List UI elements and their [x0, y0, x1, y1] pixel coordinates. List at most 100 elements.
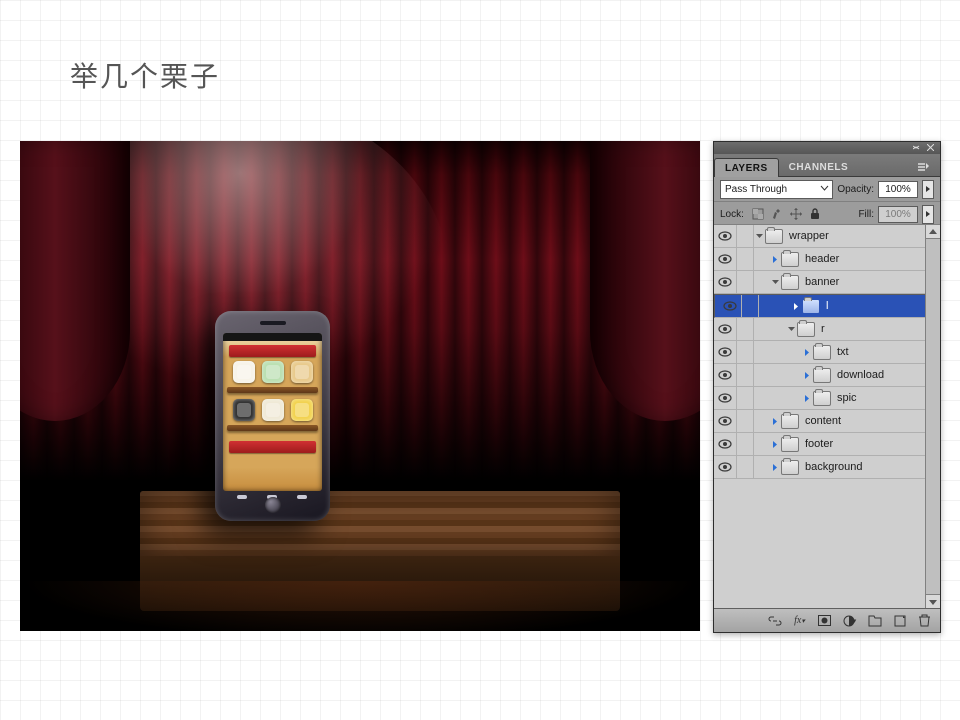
- link-column: [737, 364, 754, 386]
- blend-opacity-row: Pass Through Opacity: 100%: [714, 177, 940, 202]
- trash-icon[interactable]: [917, 613, 932, 628]
- visibility-toggle[interactable]: [714, 387, 737, 409]
- disclosure-triangle-icon[interactable]: [770, 278, 780, 287]
- screen-ribbon-top: [229, 345, 316, 357]
- lock-label: Lock:: [720, 209, 744, 220]
- collapse-icon[interactable]: [913, 144, 920, 151]
- phone-screen: [223, 333, 322, 491]
- folder-icon: [781, 414, 799, 429]
- folder-icon: [813, 345, 831, 360]
- visibility-toggle[interactable]: [714, 225, 737, 247]
- opacity-field[interactable]: 100%: [878, 181, 918, 198]
- layer-name: background: [803, 461, 863, 473]
- layer-row-r[interactable]: r: [714, 318, 926, 341]
- app-icon: [233, 361, 255, 383]
- tab-layers[interactable]: LAYERS: [714, 158, 779, 177]
- lock-pixels-icon[interactable]: [771, 208, 784, 221]
- phone-key-left: [237, 495, 247, 499]
- adjustment-icon[interactable]: ▾: [842, 613, 857, 628]
- design-preview: [20, 141, 700, 631]
- app-icon: [233, 399, 255, 421]
- layer-name: wrapper: [787, 230, 829, 242]
- folder-icon: [802, 299, 820, 314]
- visibility-toggle[interactable]: [714, 410, 737, 432]
- fx-icon[interactable]: fx▾: [792, 613, 807, 628]
- panel-menu-icon[interactable]: [914, 159, 940, 176]
- layer-row-spic[interactable]: spic: [714, 387, 926, 410]
- disclosure-triangle-icon[interactable]: [770, 463, 780, 472]
- phone-key-right: [297, 495, 307, 499]
- layer-row-txt[interactable]: txt: [714, 341, 926, 364]
- link-column: [737, 341, 754, 363]
- lock-transparency-icon[interactable]: [752, 208, 765, 221]
- fill-label: Fill:: [858, 209, 874, 220]
- app-icon: [262, 399, 284, 421]
- screen-ribbon-bottom: [229, 441, 316, 453]
- layer-row-banner[interactable]: banner: [714, 271, 926, 294]
- lock-all-icon[interactable]: [809, 208, 822, 221]
- layers-panel: LAYERS CHANNELS Pass Through Opacity: 10…: [713, 141, 941, 633]
- folder-icon: [797, 322, 815, 337]
- chevron-down-icon: [820, 184, 829, 193]
- stage-floor: [140, 491, 620, 556]
- link-column: [737, 271, 754, 293]
- layer-row-content[interactable]: content: [714, 410, 926, 433]
- disclosure-triangle-icon[interactable]: [770, 417, 780, 426]
- mask-icon[interactable]: [817, 613, 832, 628]
- tab-channels[interactable]: CHANNELS: [779, 158, 859, 176]
- tree-scrollbar[interactable]: [925, 224, 940, 608]
- visibility-toggle[interactable]: [714, 318, 737, 340]
- layers-tree[interactable]: wrapper header banner lrtxtdownloadspiccont…: [714, 224, 926, 608]
- new-layer-icon[interactable]: [892, 613, 907, 628]
- close-icon[interactable]: [927, 144, 934, 151]
- visibility-toggle[interactable]: [714, 364, 737, 386]
- visibility-toggle[interactable]: [714, 271, 737, 293]
- layer-row-download[interactable]: download: [714, 364, 926, 387]
- layer-row-header[interactable]: header: [714, 248, 926, 271]
- link-column: [737, 456, 754, 478]
- curtain-drape-right: [590, 141, 700, 421]
- visibility-toggle[interactable]: [714, 341, 737, 363]
- lock-position-icon[interactable]: [790, 208, 803, 221]
- layer-name: header: [803, 253, 839, 265]
- disclosure-triangle-icon[interactable]: [754, 232, 764, 241]
- visibility-toggle[interactable]: [714, 456, 737, 478]
- disclosure-triangle-icon[interactable]: [791, 302, 801, 311]
- opacity-stepper[interactable]: [922, 180, 934, 199]
- fill-stepper[interactable]: [922, 205, 934, 224]
- layer-row-footer[interactable]: footer: [714, 433, 926, 456]
- folder-icon: [781, 437, 799, 452]
- disclosure-triangle-icon[interactable]: [802, 394, 812, 403]
- scroll-up-icon[interactable]: [926, 225, 940, 239]
- panel-titlebar[interactable]: [714, 142, 940, 154]
- app-icon: [291, 399, 313, 421]
- link-column: [737, 248, 754, 270]
- page-title: 举几个栗子: [70, 55, 220, 95]
- disclosure-triangle-icon[interactable]: [802, 348, 812, 357]
- app-row-2: [229, 399, 316, 421]
- shelf-2: [227, 425, 318, 431]
- layer-row-wrapper[interactable]: wrapper: [714, 225, 926, 248]
- layer-name: l: [824, 300, 828, 312]
- curtain-drape-left: [20, 141, 130, 421]
- link-column: [737, 410, 754, 432]
- layer-name: footer: [803, 438, 833, 450]
- fill-field: 100%: [878, 206, 918, 223]
- disclosure-triangle-icon[interactable]: [770, 440, 780, 449]
- new-group-icon[interactable]: [867, 613, 882, 628]
- app-icon: [291, 361, 313, 383]
- link-column: [737, 387, 754, 409]
- visibility-toggle[interactable]: [719, 295, 742, 317]
- scroll-down-icon[interactable]: [926, 594, 940, 608]
- folder-icon: [781, 275, 799, 290]
- layer-row-l[interactable]: l: [714, 294, 926, 318]
- visibility-toggle[interactable]: [714, 248, 737, 270]
- disclosure-triangle-icon[interactable]: [770, 255, 780, 264]
- disclosure-triangle-icon[interactable]: [786, 325, 796, 334]
- disclosure-triangle-icon[interactable]: [802, 371, 812, 380]
- visibility-toggle[interactable]: [714, 433, 737, 455]
- layer-row-background[interactable]: background: [714, 456, 926, 479]
- blend-mode-select[interactable]: Pass Through: [720, 180, 833, 199]
- phone-earpiece: [260, 321, 286, 325]
- link-layers-icon[interactable]: [767, 613, 782, 628]
